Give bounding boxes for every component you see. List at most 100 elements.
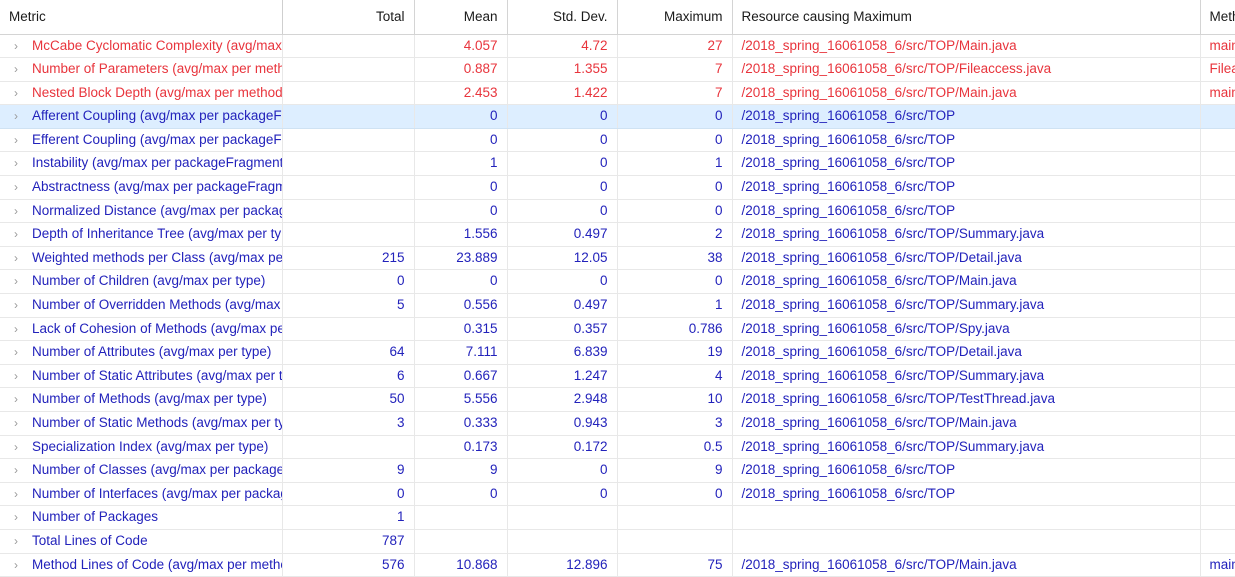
metric-name-cell[interactable]: › Instability (avg/max per packageFragmen… — [0, 151, 283, 177]
metric-maximum-cell: 7 — [617, 81, 733, 106]
expand-chevron-icon[interactable]: › — [14, 294, 32, 316]
column-header-std-dev[interactable]: Std. Dev. — [507, 0, 618, 35]
table-row[interactable]: › Afferent Coupling (avg/max per packageF… — [0, 104, 1235, 129]
table-row[interactable]: ›Normalized Distance (avg/max per packag… — [0, 199, 1235, 224]
metric-method-cell — [1200, 104, 1235, 129]
column-header-total[interactable]: Total — [282, 0, 415, 35]
table-row[interactable]: › Number of Interfaces (avg/max per packa… — [0, 482, 1235, 507]
metric-maximum-cell: 1 — [617, 151, 733, 177]
expand-chevron-icon[interactable]: › — [14, 506, 32, 528]
expand-chevron-icon[interactable]: › — [14, 412, 32, 434]
metric-name-cell[interactable]: › Number of Methods (avg/max per type) — [0, 387, 283, 412]
metric-name-cell[interactable]: ›Number of Overridden Methods (avg/max p… — [0, 293, 283, 318]
expand-chevron-icon[interactable]: › — [14, 82, 32, 104]
table-row[interactable]: › Number of Methods (avg/max per type) 50 5… — [0, 387, 1235, 412]
expand-chevron-icon[interactable]: › — [14, 152, 32, 174]
metric-label: Number of Static Attributes (avg/max per… — [32, 367, 282, 383]
metric-mean-cell: 1 — [414, 151, 508, 177]
metric-name-cell[interactable]: › Efferent Coupling (avg/max per packageF… — [0, 128, 283, 153]
table-row[interactable]: › Number of Children (avg/max per type) 0 0… — [0, 269, 1235, 295]
expand-chevron-icon[interactable]: › — [14, 105, 32, 127]
table-row[interactable]: ›McCabe Cyclomatic Complexity (avg/max p… — [0, 34, 1235, 59]
column-header-maximum[interactable]: Maximum — [617, 0, 733, 35]
metric-name-cell[interactable]: › Number of Interfaces (avg/max per packa… — [0, 482, 283, 507]
column-header-method[interactable]: Method — [1200, 0, 1235, 35]
expand-chevron-icon[interactable]: › — [14, 388, 32, 410]
table-row[interactable]: › Method Lines of Code (avg/max per metho… — [0, 553, 1235, 577]
expand-chevron-icon[interactable]: › — [14, 530, 32, 552]
table-row[interactable]: › Specialization Index (avg/max per type)… — [0, 435, 1235, 460]
expand-chevron-icon[interactable]: › — [14, 318, 32, 340]
table-row[interactable]: › Number of Static Methods (avg/max per t… — [0, 411, 1235, 436]
table-row[interactable]: › Abstractness (avg/max per packageFragme… — [0, 175, 1235, 200]
metric-name-cell[interactable]: › Number of Attributes (avg/max per type) — [0, 340, 283, 365]
metric-name-cell[interactable]: ›McCabe Cyclomatic Complexity (avg/max p… — [0, 34, 283, 59]
expand-chevron-icon[interactable]: › — [14, 247, 32, 269]
metric-name-cell[interactable]: › Depth of Inheritance Tree (avg/max per … — [0, 222, 283, 247]
metric-name-cell[interactable]: › Afferent Coupling (avg/max per packageF… — [0, 104, 283, 129]
metric-name-cell[interactable]: › Number of Packages — [0, 505, 283, 530]
table-row[interactable]: › Depth of Inheritance Tree (avg/max per … — [0, 222, 1235, 247]
metric-maximum-cell: 38 — [617, 246, 733, 271]
metric-name-cell[interactable]: › Method Lines of Code (avg/max per metho… — [0, 553, 283, 577]
expand-chevron-icon[interactable]: › — [14, 129, 32, 151]
column-header-resource[interactable]: Resource causing Maximum — [732, 0, 1201, 35]
metric-name-cell[interactable]: ›Number of Classes (avg/max per packageF… — [0, 458, 283, 483]
metric-name-cell[interactable]: ›Lack of Cohesion of Methods (avg/max pe… — [0, 317, 283, 342]
expand-chevron-icon[interactable]: › — [14, 365, 32, 387]
metric-label: Lack of Cohesion of Methods (avg/max per… — [32, 320, 281, 336]
expand-chevron-icon[interactable]: › — [14, 459, 32, 481]
metric-resource-cell: /2018_spring_16061058_6/src/TOP/Detail.j… — [732, 340, 1201, 365]
table-row[interactable]: › Total Lines of Code 787 — [0, 529, 1235, 554]
expand-chevron-icon[interactable]: › — [14, 436, 32, 458]
metric-label: Method Lines of Code (avg/max per method… — [32, 556, 282, 572]
table-row[interactable]: › Number of Static Attributes (avg/max pe… — [0, 364, 1235, 389]
expand-chevron-icon[interactable]: › — [14, 58, 32, 80]
table-row[interactable]: › Efferent Coupling (avg/max per packageF… — [0, 128, 1235, 153]
expand-chevron-icon[interactable]: › — [14, 35, 32, 57]
metric-mean-cell: 0.173 — [414, 435, 508, 460]
metric-name-cell[interactable]: › Number of Static Methods (avg/max per t… — [0, 411, 283, 436]
metric-method-cell — [1200, 387, 1235, 412]
metric-resource-cell: /2018_spring_16061058_6/src/TOP — [732, 151, 1201, 177]
metric-label: Number of Static Methods (avg/max per ty… — [32, 415, 282, 430]
metric-total-cell: 6 — [282, 364, 415, 389]
metric-name-cell[interactable]: › Specialization Index (avg/max per type) — [0, 435, 283, 460]
metric-label: Number of Overridden Methods (avg/max pe… — [32, 297, 281, 313]
metric-name-cell[interactable]: ›Weighted methods per Class (avg/max per… — [0, 246, 283, 271]
metric-std-dev-cell: 1.247 — [507, 364, 618, 389]
metric-name-cell[interactable]: › Total Lines of Code — [0, 529, 283, 554]
table-row[interactable]: ›Lack of Cohesion of Methods (avg/max pe… — [0, 317, 1235, 342]
metric-name-cell[interactable]: › Number of Parameters (avg/max per metho… — [0, 57, 283, 82]
table-row[interactable]: › Number of Packages 1 — [0, 505, 1235, 530]
table-row[interactable]: ›Number of Overridden Methods (avg/max p… — [0, 293, 1235, 318]
metric-mean-cell — [414, 529, 508, 554]
metric-method-cell — [1200, 364, 1235, 389]
expand-chevron-icon[interactable]: › — [14, 483, 32, 505]
expand-chevron-icon[interactable]: › — [14, 200, 32, 222]
expand-chevron-icon[interactable]: › — [14, 270, 32, 292]
table-row[interactable]: › Instability (avg/max per packageFragmen… — [0, 151, 1235, 177]
table-row[interactable]: ›Number of Classes (avg/max per packageF… — [0, 458, 1235, 483]
metric-name-cell[interactable]: › Number of Children (avg/max per type) — [0, 269, 283, 295]
table-row[interactable]: › Number of Parameters (avg/max per metho… — [0, 57, 1235, 82]
metric-resource-cell: /2018_spring_16061058_6/src/TOP/Main.jav… — [732, 411, 1201, 436]
expand-chevron-icon[interactable]: › — [14, 554, 32, 576]
metric-label: Number of Interfaces (avg/max per packag… — [32, 485, 281, 501]
table-row[interactable]: ›Weighted methods per Class (avg/max per… — [0, 246, 1235, 271]
metric-std-dev-cell: 0 — [507, 482, 618, 507]
expand-chevron-icon[interactable]: › — [14, 341, 32, 363]
metric-name-cell[interactable]: › Abstractness (avg/max per packageFragme… — [0, 175, 283, 200]
column-header-mean[interactable]: Mean — [414, 0, 508, 35]
header-row: Metric Total Mean Std. Dev. Maximum Reso… — [0, 0, 1235, 35]
metric-name-cell[interactable]: › Number of Static Attributes (avg/max pe… — [0, 364, 283, 389]
table-row[interactable]: › Number of Attributes (avg/max per type)… — [0, 340, 1235, 365]
metric-std-dev-cell: 6.839 — [507, 340, 618, 365]
table-row[interactable]: › Nested Block Depth (avg/max per method)… — [0, 81, 1235, 106]
metric-name-cell[interactable]: ›Normalized Distance (avg/max per packag… — [0, 199, 283, 224]
column-header-metric[interactable]: Metric — [0, 0, 283, 35]
metric-total-cell — [282, 151, 415, 177]
metric-name-cell[interactable]: › Nested Block Depth (avg/max per method) — [0, 81, 283, 106]
expand-chevron-icon[interactable]: › — [14, 223, 32, 245]
expand-chevron-icon[interactable]: › — [14, 176, 32, 198]
